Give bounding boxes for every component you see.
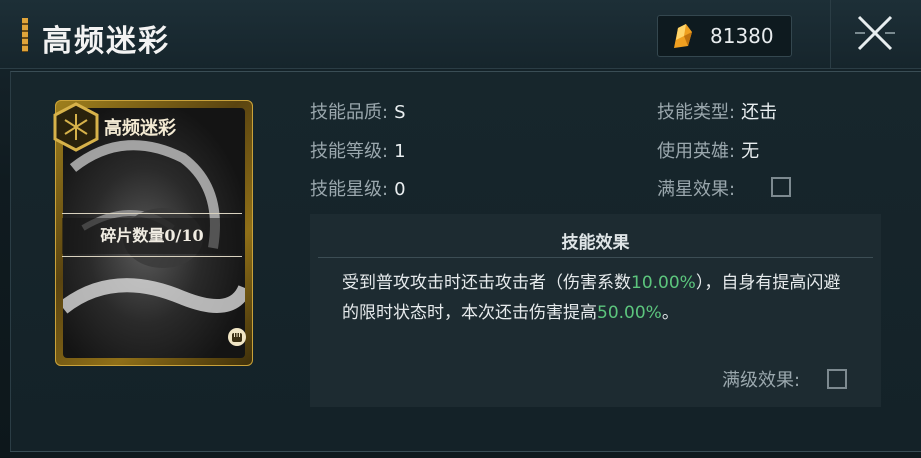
fragment-count: 碎片数量0/10 [62, 218, 242, 254]
skill-quality-value: S [394, 102, 406, 123]
skill-level: 技能等级: 1 [310, 137, 406, 163]
page-title: 高频迷彩 [42, 24, 170, 59]
full-star-effect: 满星效果: [657, 175, 735, 201]
divider [318, 257, 873, 258]
full-level-checkbox[interactable] [827, 369, 847, 389]
effect-text-part1: 受到普攻攻击时还击攻击者（伤害系数 [342, 273, 631, 293]
skill-type-label: 技能类型: [657, 102, 736, 123]
skill-type: 技能类型: 还击 [657, 98, 777, 124]
gold-crystal-icon [674, 24, 692, 48]
effect-text-part3: 。 [661, 303, 679, 323]
skill-star-value: 0 [394, 179, 406, 200]
damage-bonus: 50.00% [597, 303, 662, 323]
header-bar: 高频迷彩 81380 [0, 0, 921, 69]
close-area [830, 0, 921, 68]
skill-hero: 使用英雄: 无 [657, 137, 759, 163]
skill-hero-label: 使用英雄: [657, 141, 736, 162]
close-icon[interactable] [853, 11, 897, 55]
title-accent-bar [22, 18, 28, 52]
currency-value: 81380 [710, 24, 774, 48]
skill-quality-label: 技能品质: [310, 102, 389, 123]
skill-star-label: 技能星级: [310, 179, 389, 200]
effect-title: 技能效果 [561, 233, 630, 253]
fist-icon [228, 328, 246, 346]
full-star-checkbox[interactable] [771, 177, 791, 197]
hex-emblem-icon [53, 102, 99, 152]
skill-level-value: 1 [394, 141, 406, 162]
currency-display[interactable]: 81380 [657, 15, 792, 57]
full-level-effect-label: 满级效果: [722, 370, 801, 391]
skill-hero-value: 无 [741, 141, 760, 162]
full-star-label: 满星效果: [657, 179, 736, 200]
effect-description: 受到普攻攻击时还击攻击者（伤害系数10.00%），自身有提高闪避的限时状态时，本… [342, 268, 857, 328]
divider [62, 213, 242, 214]
skill-effect-panel: 技能效果 受到普攻攻击时还击攻击者（伤害系数10.00%），自身有提高闪避的限时… [310, 214, 881, 407]
skill-type-value: 还击 [741, 102, 778, 123]
skill-star: 技能星级: 0 [310, 175, 406, 201]
skill-quality: 技能品质: S [310, 98, 406, 124]
divider [62, 256, 242, 257]
skill-level-label: 技能等级: [310, 141, 389, 162]
damage-coefficient: 10.00% [631, 273, 696, 293]
card-skill-name: 高频迷彩 [104, 118, 176, 139]
